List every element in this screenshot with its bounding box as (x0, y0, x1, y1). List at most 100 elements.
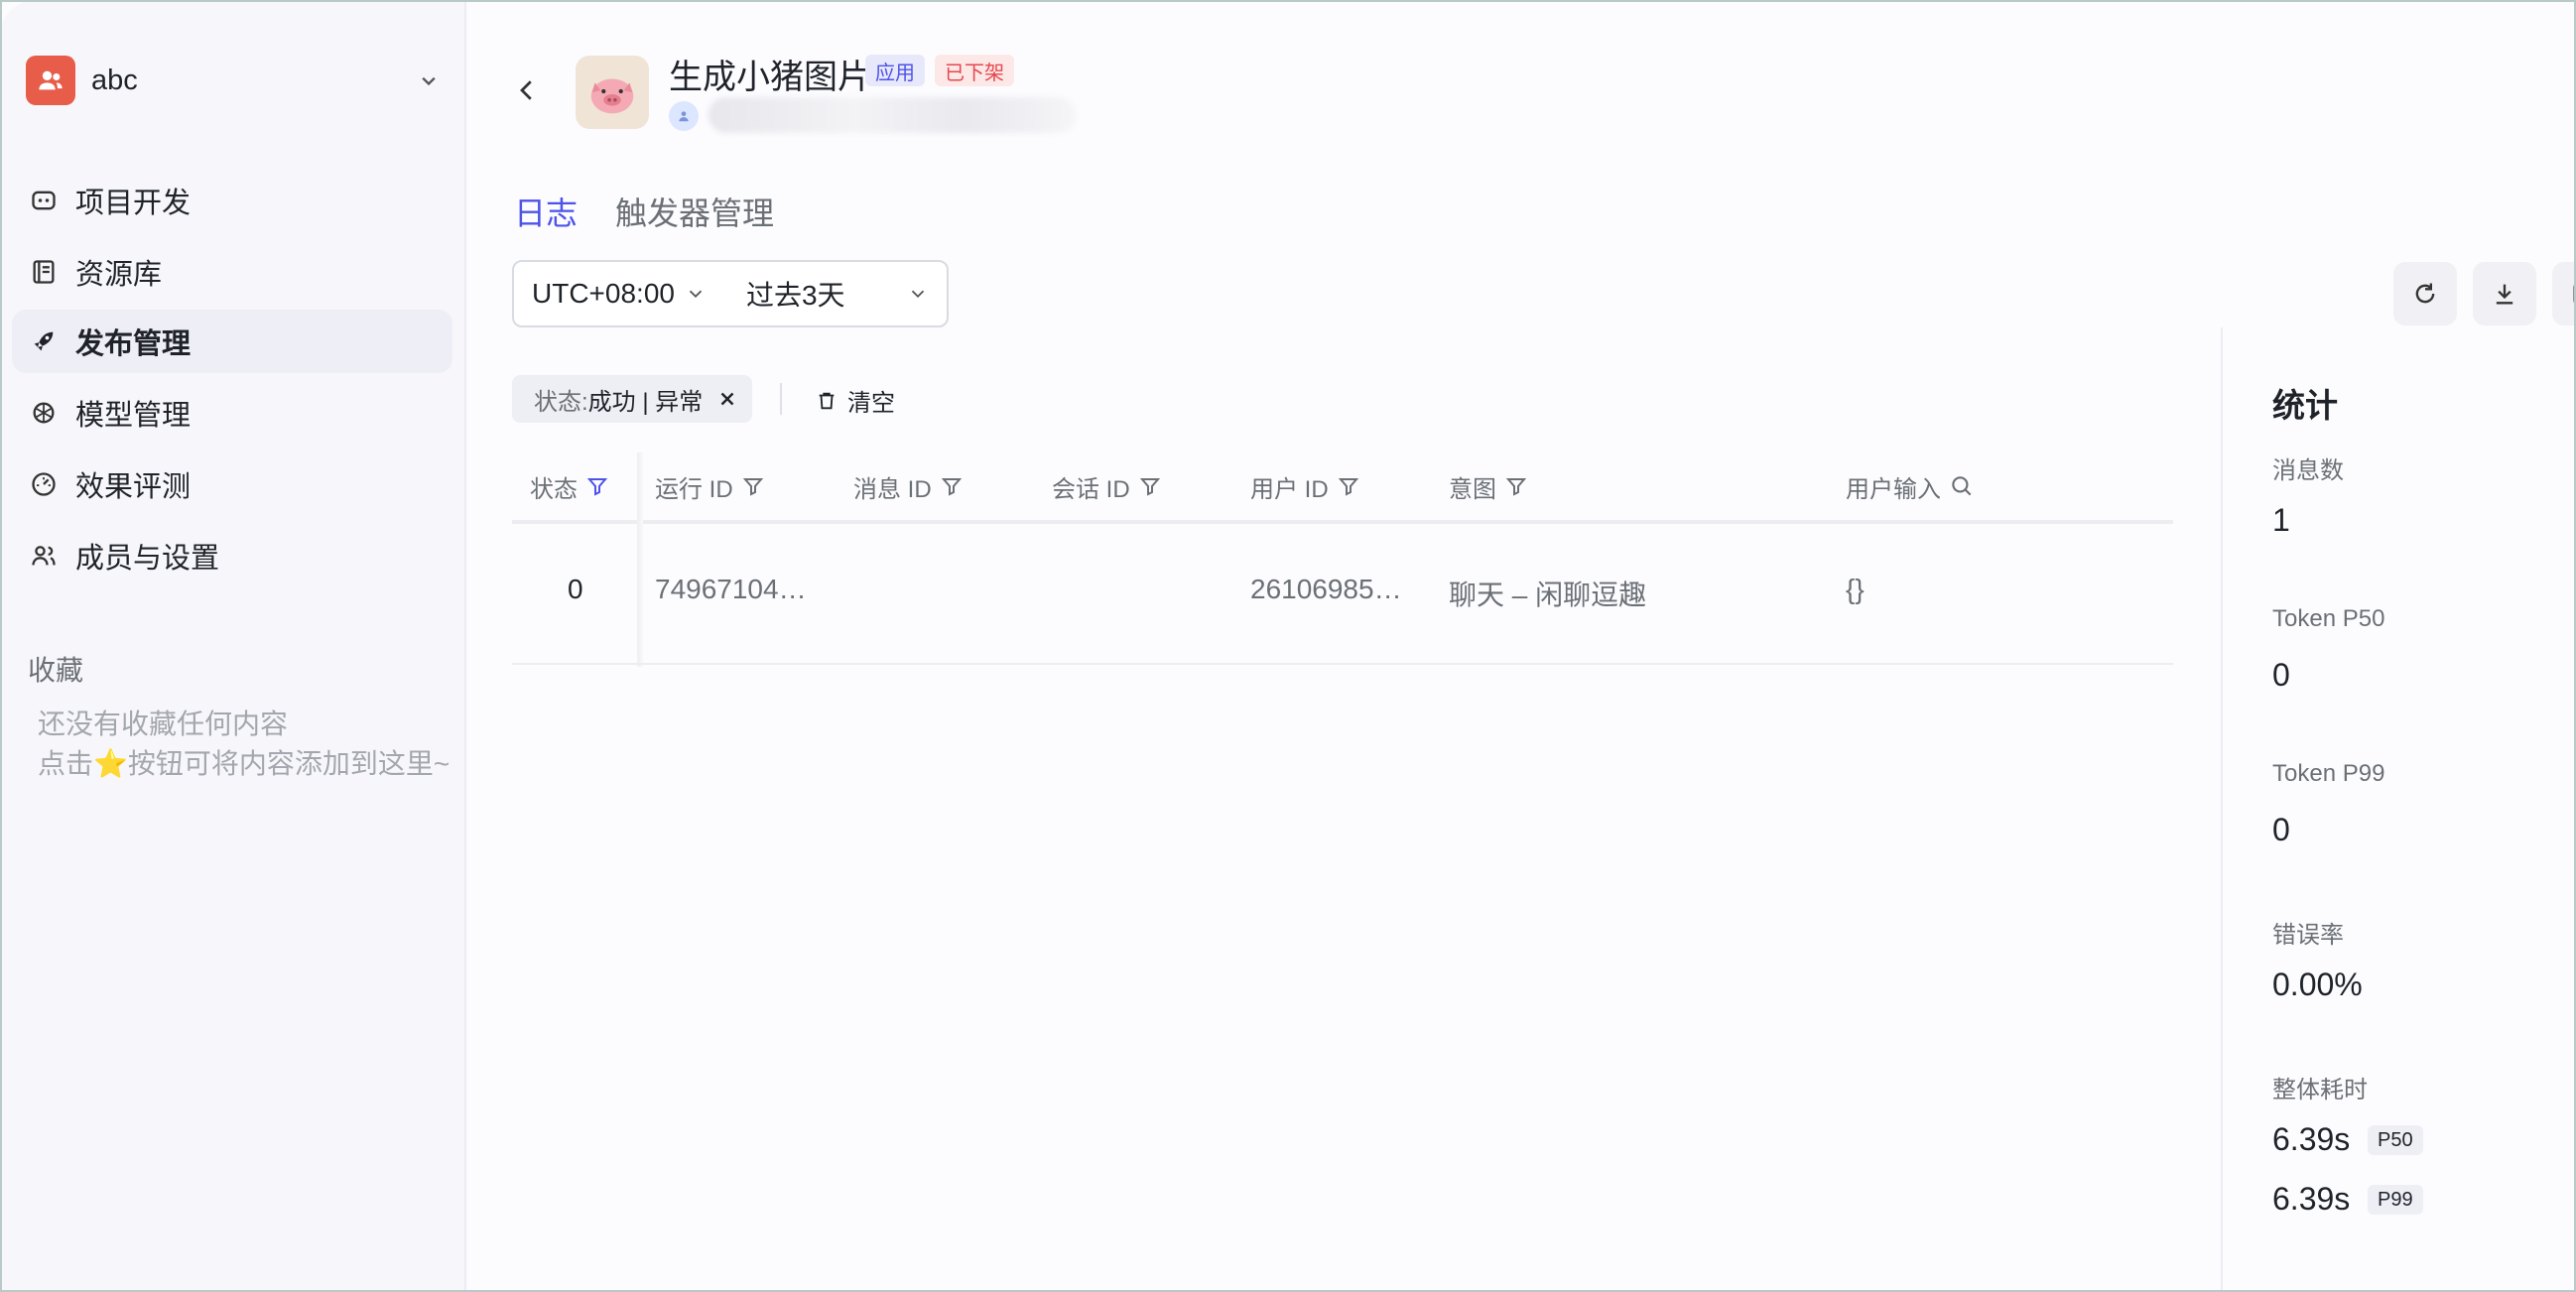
chevron-down-icon (911, 290, 925, 299)
model-icon (28, 397, 60, 429)
stat-value: 0 (2272, 657, 2290, 693)
stat-label: 消息数 (2272, 457, 2344, 484)
stat-label: Token P50 (2272, 605, 2385, 632)
stat-label: 整体耗时 (2272, 1077, 2368, 1103)
sidebar-item-models[interactable]: 模型管理 (12, 381, 452, 445)
timezone-select[interactable]: UTC+08:00 (514, 278, 707, 310)
filter-active-icon[interactable] (585, 474, 609, 498)
column-label: 消息 ID (853, 475, 932, 503)
column-label: 状态 (530, 475, 578, 503)
robot-icon (28, 185, 60, 216)
search-icon[interactable] (1949, 473, 1975, 499)
cell-user-input: {} (1846, 574, 1865, 604)
cell-run-id[interactable]: 74967104… (655, 574, 807, 605)
favorites-empty-line: 还没有收藏任何内容 (38, 709, 289, 739)
sidebar-item-label: 项目开发 (75, 188, 192, 219)
app-type-badge: 应用 (865, 55, 925, 86)
refresh-icon (2415, 283, 2435, 304)
stats-panel: 统计 消息数 1 Token P50 0 Token P99 0 错误率 0.0… (2221, 327, 2576, 1292)
column-header-user-id[interactable]: 用户 ID (1250, 452, 1360, 520)
owner-avatar-icon (669, 101, 699, 131)
column-label: 意图 (1449, 475, 1496, 503)
sidebar-item-evaluation[interactable]: 效果评测 (12, 452, 452, 516)
chip-key: 状态: (534, 388, 588, 416)
clear-label: 清空 (847, 390, 895, 417)
tab-logs[interactable]: 日志 (514, 189, 578, 234)
favorites-empty-line: 点击⭐按钮可将内容添加到这里~ (38, 748, 451, 779)
sidebar-item-label: 成员与设置 (75, 543, 220, 575)
library-icon (28, 256, 60, 288)
time-range-value: 过去3天 (745, 280, 845, 311)
favorites-empty-text: 还没有收藏任何内容 点击⭐按钮可将内容添加到这里~ (38, 705, 450, 784)
sidebar-item-project-dev[interactable]: 项目开发 (12, 169, 452, 232)
back-icon[interactable] (512, 75, 542, 105)
column-header-session-id[interactable]: 会话 ID (1052, 452, 1162, 520)
tab-triggers[interactable]: 触发器管理 (615, 189, 774, 234)
sidebar-item-label: 模型管理 (75, 400, 192, 432)
trash-icon (819, 392, 835, 409)
chevron-down-icon (422, 76, 436, 86)
column-header-intent[interactable]: 意图 (1449, 452, 1528, 520)
time-range-select[interactable]: 过去3天 (707, 274, 947, 314)
stat-value: 1 (2272, 502, 2290, 538)
column-label: 用户输入 (1846, 475, 1941, 503)
column-header-message-id[interactable]: 消息 ID (853, 452, 964, 520)
filter-icon[interactable] (1337, 474, 1360, 498)
sidebar-item-label: 效果评测 (75, 471, 192, 503)
sidebar-item-publish[interactable]: 发布管理 (12, 310, 452, 373)
clear-filters-button[interactable]: 清空 (816, 383, 895, 418)
status-filter-chip[interactable]: 状态: 成功 | 异常 (512, 375, 753, 423)
divider (637, 452, 643, 667)
cell-user-id[interactable]: 26106985… (1250, 574, 1402, 605)
app-avatar-pig-icon (576, 56, 649, 129)
percentile-badge: P50 (2368, 1125, 2423, 1155)
cell-status: 0 (568, 574, 583, 604)
filter-icon[interactable] (940, 474, 964, 498)
time-filter-select[interactable]: UTC+08:00 过去3天 (512, 260, 949, 327)
stats-title: 统计 (2272, 387, 2338, 424)
cell-intent: 聊天 – 闲聊逗趣 (1449, 580, 1647, 610)
sidebar: abc 项目开发 资源库 发布管理 模型管理 效果评测 成员与设置 收藏 还没有… (0, 0, 466, 1292)
column-label: 用户 ID (1250, 475, 1329, 503)
column-header-user-input[interactable]: 用户输入 (1846, 452, 1975, 520)
filter-icon[interactable] (1504, 474, 1528, 498)
workspace-switcher[interactable]: abc (26, 56, 443, 105)
divider (512, 520, 2173, 524)
divider (780, 383, 782, 415)
gauge-icon (28, 468, 60, 500)
column-header-run-id[interactable]: 运行 ID (655, 452, 765, 520)
members-icon (28, 540, 60, 572)
refresh-button[interactable] (2393, 262, 2457, 325)
timezone-value: UTC+08:00 (532, 278, 675, 309)
column-label: 运行 ID (655, 475, 733, 503)
sidebar-item-label: 资源库 (75, 259, 163, 291)
sidebar-item-members[interactable]: 成员与设置 (12, 524, 452, 587)
rocket-icon (28, 325, 60, 357)
chevron-down-icon (689, 290, 703, 299)
stat-value: 6.39s (2272, 1181, 2351, 1217)
columns-icon (2573, 283, 2576, 305)
sidebar-item-library[interactable]: 资源库 (12, 240, 452, 304)
column-header-status[interactable]: 状态 (530, 452, 609, 520)
status-badge: 已下架 (935, 55, 1014, 86)
logs-table: 状态 运行 ID 消息 ID 会话 ID 用户 ID 意图 用户输入 0 749… (512, 452, 2173, 667)
workspace-avatar-icon (26, 56, 75, 105)
favorites-title: 收藏 (28, 655, 84, 686)
columns-settings-button[interactable] (2552, 262, 2576, 325)
download-icon (2496, 284, 2513, 305)
stat-value: 0.00% (2272, 967, 2363, 1002)
stat-value: 0 (2272, 812, 2290, 847)
chip-value: 成功 | 异常 (587, 388, 704, 416)
column-label: 会话 ID (1052, 475, 1130, 503)
stat-label: 错误率 (2272, 922, 2344, 949)
divider (512, 663, 2173, 665)
workspace-name: abc (91, 64, 138, 96)
filter-icon[interactable] (741, 474, 765, 498)
download-button[interactable] (2473, 262, 2536, 325)
filter-icon[interactable] (1138, 474, 1162, 498)
sidebar-item-label: 发布管理 (75, 328, 192, 360)
close-icon[interactable] (716, 388, 738, 410)
owner-info-redacted (708, 97, 1076, 133)
stat-value: 6.39s (2272, 1121, 2351, 1157)
app-title: 生成小猪图片 (669, 59, 871, 96)
